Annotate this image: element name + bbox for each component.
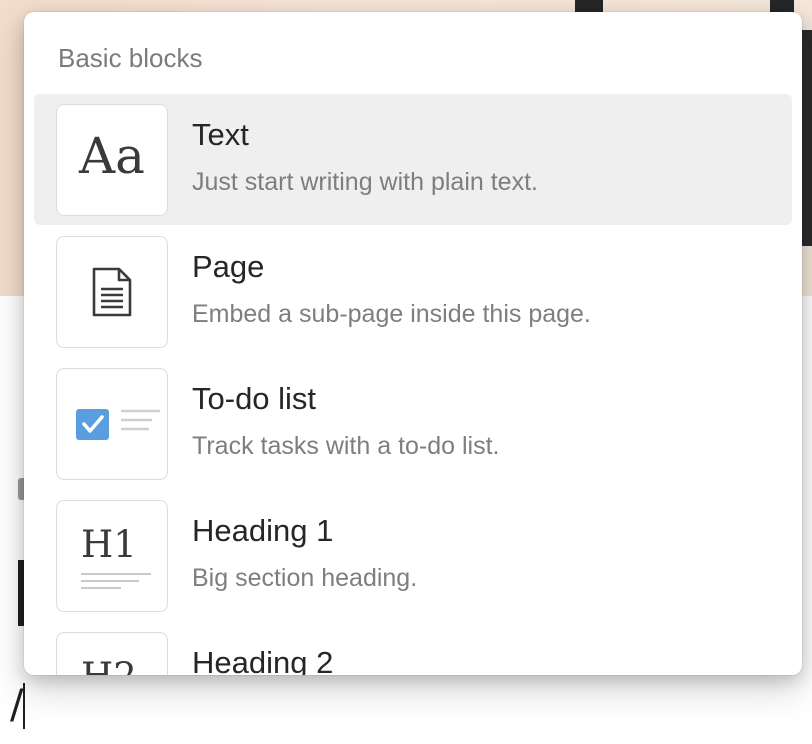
- menu-item-title: Heading 2: [192, 645, 334, 675]
- heading-1-glyph: H1: [81, 523, 137, 566]
- heading-line: [81, 580, 139, 582]
- slash-command-menu[interactable]: Basic blocks Aa Text Just start writing …: [24, 12, 802, 675]
- page-document-icon: [56, 236, 168, 348]
- text-block-glyph: Aa: [79, 127, 145, 185]
- heading-2-icon: H2: [56, 632, 168, 675]
- menu-item-description: Big section heading.: [192, 564, 418, 592]
- menu-item-todo-list[interactable]: To-do list Track tasks with a to-do list…: [34, 358, 792, 489]
- heading-2-glyph: H2: [81, 655, 137, 675]
- heading-line: [81, 573, 151, 575]
- menu-item-title: To-do list: [192, 381, 317, 416]
- menu-item-heading-2[interactable]: H2 Heading 2: [34, 622, 792, 675]
- menu-item-page[interactable]: Page Embed a sub-page inside this page.: [34, 226, 792, 357]
- menu-item-title: Heading 1: [192, 513, 334, 548]
- todo-checkbox-icon: [56, 368, 168, 480]
- text-block-icon: Aa: [56, 104, 168, 216]
- menu-item-description: Embed a sub-page inside this page.: [192, 300, 591, 328]
- editor-slash-text[interactable]: /: [10, 680, 23, 730]
- menu-item-title: Text: [192, 117, 249, 152]
- section-title: Basic blocks: [58, 43, 203, 73]
- heading-1-icon: H1: [56, 500, 168, 612]
- menu-item-heading-1[interactable]: H1 Heading 1 Big section heading.: [34, 490, 792, 621]
- text-caret: [23, 683, 25, 729]
- menu-item-text[interactable]: Aa Text Just start writing with plain te…: [34, 94, 792, 225]
- menu-item-description: Track tasks with a to-do list.: [192, 432, 500, 460]
- menu-item-description: Just start writing with plain text.: [192, 168, 538, 196]
- menu-item-title: Page: [192, 249, 265, 284]
- heading-line: [81, 587, 121, 589]
